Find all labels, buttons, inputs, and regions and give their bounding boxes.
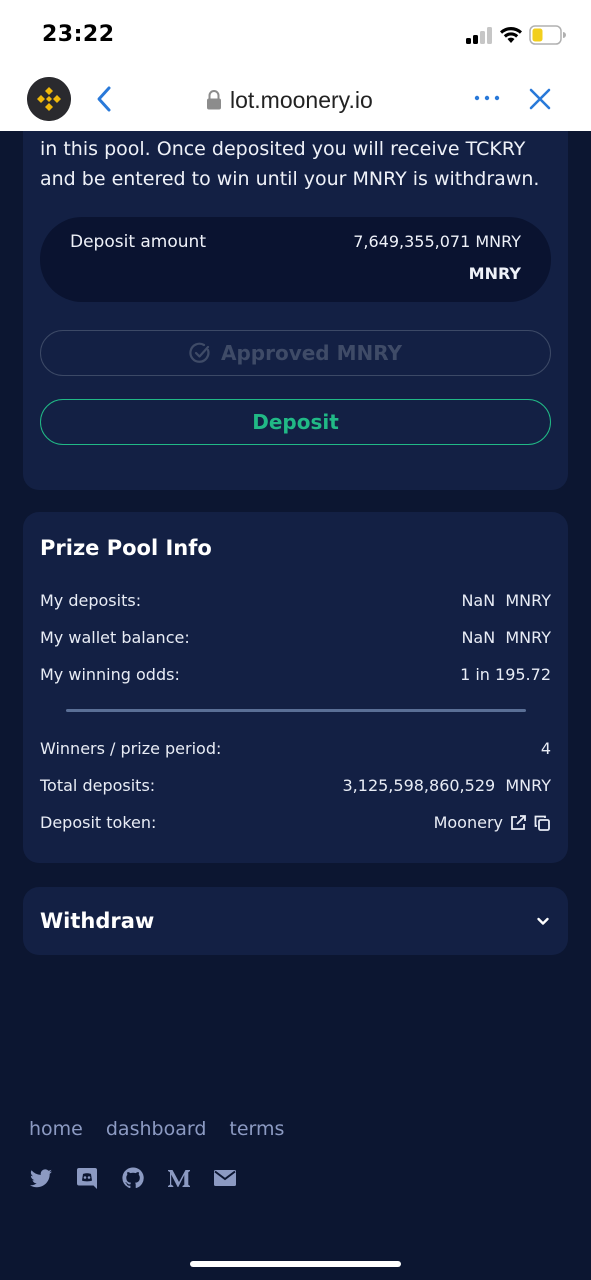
github-icon[interactable] [121, 1166, 145, 1190]
browser-bar: lot.moonery.io [0, 70, 591, 131]
info-row-wallet-balance: My wallet balance: NaN MNRY [40, 628, 551, 652]
deposit-amount-value: 7,649,355,071 MNRY [353, 232, 521, 251]
deposit-button-label: Deposit [252, 410, 339, 434]
chevron-down-icon[interactable] [536, 914, 550, 928]
info-value: 3,125,598,860,529 MNRY [342, 776, 552, 795]
info-row-deposit-token: Deposit token: Moonery [40, 813, 551, 837]
deposit-button[interactable]: Deposit [40, 399, 551, 445]
footer-link-dashboard[interactable]: dashboard [106, 1118, 207, 1140]
info-row-winning-odds: My winning odds: 1 in 195.72 [40, 665, 551, 689]
approved-button-label: Approved MNRY [220, 341, 403, 365]
status-time: 23:22 [42, 22, 115, 47]
deposit-token-value: Moonery [434, 813, 551, 832]
deposit-amount-box[interactable]: Deposit amount 7,649,355,071 MNRY MNRY [40, 217, 551, 302]
footer-links: home dashboard terms [29, 1118, 284, 1140]
mail-icon[interactable] [213, 1166, 237, 1190]
info-row-winners-per-period: Winners / prize period: 4 [40, 739, 551, 763]
info-label: Deposit token: [40, 813, 157, 832]
info-label: My wallet balance: [40, 628, 190, 647]
footer-link-terms[interactable]: terms [229, 1118, 284, 1140]
withdraw-card[interactable]: Withdraw [23, 887, 568, 955]
more-options-icon[interactable] [472, 92, 502, 104]
info-value: 4 [540, 739, 551, 758]
twitter-icon[interactable] [29, 1166, 53, 1190]
info-value: NaN MNRY [461, 591, 551, 610]
medium-icon[interactable] [167, 1166, 191, 1190]
discord-icon[interactable] [75, 1166, 99, 1190]
info-label: My winning odds: [40, 665, 180, 684]
home-indicator[interactable] [190, 1261, 401, 1267]
footer-link-home[interactable]: home [29, 1118, 83, 1140]
lock-icon [207, 90, 221, 110]
info-value: 1 in 195.72 [460, 665, 551, 684]
cellular-signal-icon [466, 26, 494, 44]
url-field[interactable]: lot.moonery.io [206, 84, 373, 116]
info-row-total-deposits: Total deposits: 3,125,598,860,529 MNRY [40, 776, 551, 800]
deposit-token-link[interactable]: Moonery [434, 813, 503, 832]
withdraw-title: Withdraw [40, 909, 155, 933]
deposit-amount-unit: MNRY [468, 264, 521, 283]
info-label: Winners / prize period: [40, 739, 222, 758]
prize-pool-title: Prize Pool Info [40, 536, 212, 560]
back-arrow-icon[interactable] [92, 84, 116, 114]
copy-icon[interactable] [533, 814, 551, 832]
info-value: NaN MNRY [461, 628, 551, 647]
info-label: Total deposits: [40, 776, 156, 795]
check-circle-icon [189, 342, 210, 363]
wifi-icon [500, 27, 522, 43]
approved-button[interactable]: Approved MNRY [40, 330, 551, 376]
deposit-amount-label: Deposit amount [70, 232, 206, 252]
binance-logo-icon[interactable] [27, 77, 71, 121]
divider [66, 709, 526, 712]
social-links [29, 1166, 237, 1190]
info-label: My deposits: [40, 591, 142, 610]
external-link-icon[interactable] [509, 814, 527, 832]
top-chrome: 23:22 lot.moonery.io [0, 0, 591, 131]
close-icon[interactable] [528, 86, 552, 112]
url-text: lot.moonery.io [230, 86, 373, 113]
battery-icon [529, 25, 566, 45]
deposit-card: in this pool. Once deposited you will re… [23, 131, 568, 490]
status-bar: 23:22 [0, 0, 591, 70]
info-row-my-deposits: My deposits: NaN MNRY [40, 591, 551, 615]
deposit-intro-text: in this pool. Once deposited you will re… [40, 138, 540, 190]
prize-pool-card: Prize Pool Info My deposits: NaN MNRY My… [23, 512, 568, 863]
